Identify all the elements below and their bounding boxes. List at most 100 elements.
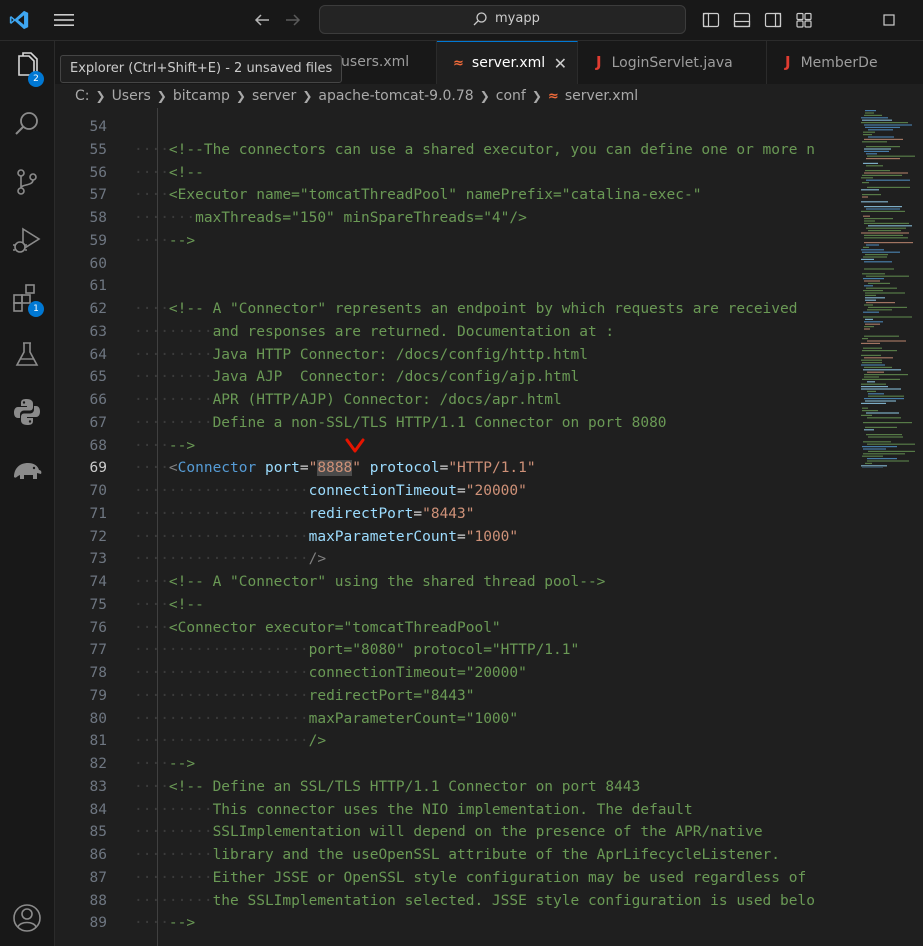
code-line[interactable]: 86 ·········library and the useOpenSSL at… <box>55 844 855 867</box>
breadcrumb-item[interactable]: conf <box>496 84 526 108</box>
minimap-line <box>862 338 868 340</box>
code-token: redirectPort <box>308 505 414 522</box>
minimap-line <box>867 381 875 383</box>
minimap-line <box>868 136 894 138</box>
code-token: --> <box>168 437 196 454</box>
minimap[interactable] <box>860 108 920 468</box>
tab-memberdao-java[interactable]: J MemberDe <box>767 41 923 84</box>
code-line[interactable]: 56 ····<!-- <box>55 162 855 185</box>
activity-explorer[interactable]: 2 <box>10 50 44 87</box>
code-line[interactable]: 63 ·········and responses are returned. D… <box>55 321 855 344</box>
minimap-line <box>862 174 902 176</box>
annotation-check-mark <box>345 438 365 453</box>
code-line[interactable]: 55 ····<!--The connectors can use a share… <box>55 139 855 162</box>
code-line[interactable]: 85 ·········SSLImplementation will depend… <box>55 821 855 844</box>
code-token: connectionTimeout="20000" <box>308 665 527 681</box>
code-line[interactable]: 75 ····<!-- <box>55 594 855 617</box>
code-line[interactable]: 60 <box>55 253 855 276</box>
activity-source-control[interactable] <box>10 165 44 199</box>
minimap-line <box>864 237 908 239</box>
line-number: 64 <box>89 346 107 363</box>
code-text: ····················redirectPort="8443" <box>134 503 475 526</box>
command-center-search[interactable]: myapp <box>319 5 686 34</box>
breadcrumb-item[interactable]: apache-tomcat-9.0.78 <box>318 84 473 108</box>
code-line[interactable]: 80 ····················maxParameterCount=… <box>55 708 855 731</box>
activity-testing[interactable] <box>10 338 44 372</box>
breadcrumb-item[interactable]: C: <box>75 84 90 108</box>
code-line[interactable]: 78 ····················connectionTimeout=… <box>55 662 855 685</box>
code-line[interactable]: 54 <box>55 116 855 139</box>
code-line[interactable]: 74 ····<!-- A "Connector" using the share… <box>55 571 855 594</box>
whitespace-marker: ···················· <box>134 687 309 704</box>
code-line[interactable]: 76 ····<Connector executor="tomcatThreadP… <box>55 617 855 640</box>
code-line[interactable]: 70 ····················connectionTimeout=… <box>55 480 855 503</box>
code-text: ·········Java HTTP Connector: /docs/conf… <box>134 344 588 367</box>
toggle-panel-icon[interactable] <box>733 11 751 29</box>
activity-run-debug[interactable] <box>10 223 44 257</box>
toggle-secondary-sidebar-icon[interactable] <box>764 11 782 29</box>
breadcrumb-item[interactable]: server.xml <box>565 84 638 108</box>
toggle-sidebar-icon[interactable] <box>702 11 720 29</box>
code-line[interactable]: 87 ·········Either JSSE or OpenSSL style … <box>55 867 855 890</box>
code-line[interactable]: 61 <box>55 275 855 298</box>
customize-layout-icon[interactable] <box>795 11 813 29</box>
code-line[interactable]: 73 ····················/> <box>55 548 855 571</box>
close-icon[interactable]: ✕ <box>554 42 567 85</box>
code-token: <!--The connectors can use a shared exec… <box>168 141 815 158</box>
minimap-line <box>863 316 912 318</box>
minimap-line <box>867 460 909 462</box>
minimap-line <box>862 446 897 448</box>
activity-extensions[interactable]: 1 <box>10 281 44 317</box>
back-arrow-icon[interactable] <box>253 11 271 29</box>
code-line[interactable]: 68 ····--> <box>55 435 855 458</box>
activity-python[interactable] <box>10 395 44 429</box>
code-line[interactable]: 79 ····················redirectPort="8443… <box>55 685 855 708</box>
code-token: Either JSSE or OpenSSL style configurati… <box>212 869 807 886</box>
code-line[interactable]: 71 ····················redirectPort="8443… <box>55 503 855 526</box>
code-line[interactable]: 65 ·········Java AJP Connector: /docs/con… <box>55 366 855 389</box>
code-line[interactable]: 57 ····<Executor name="tomcatThreadPool" … <box>55 184 855 207</box>
tab-loginservlet-java[interactable]: J LoginServlet.java <box>578 41 767 84</box>
code-line[interactable]: 84 ·········This connector uses the NIO i… <box>55 799 855 822</box>
minimap-line <box>861 342 880 344</box>
minimap-line <box>863 422 912 424</box>
whitespace-marker: ···· <box>134 232 169 249</box>
code-line[interactable]: 77 ····················port="8080" protoc… <box>55 639 855 662</box>
whitespace-marker: ···················· <box>134 483 309 499</box>
minimap-line <box>864 335 899 337</box>
breadcrumb-item[interactable]: bitcamp <box>173 84 230 108</box>
breadcrumb-item[interactable]: Users <box>112 84 151 108</box>
activity-search[interactable] <box>10 107 44 141</box>
code-line[interactable]: 66 ·········APR (HTTP/AJP) Connector: /do… <box>55 389 855 412</box>
code-line[interactable]: 67 ·········Define a non-SSL/TLS HTTP/1.1… <box>55 412 855 435</box>
code-line[interactable]: 89 ····--> <box>55 912 855 935</box>
breadcrumb-item[interactable]: server <box>252 84 296 108</box>
search-icon <box>15 112 38 135</box>
code-line[interactable]: 58 ·······maxThreads="150" minSpareThread… <box>55 207 855 230</box>
code-line[interactable]: 83 ····<!-- Define an SSL/TLS HTTP/1.1 Co… <box>55 776 855 799</box>
code-text: ·········APR (HTTP/AJP) Connector: /docs… <box>134 389 562 412</box>
code-line[interactable]: 72 ····················maxParameterCount=… <box>55 526 855 549</box>
whitespace-marker: ······· <box>134 210 196 226</box>
maximize-icon[interactable] <box>880 11 898 29</box>
code-line[interactable]: 69 ····<Connector port="8888" protocol="H… <box>55 457 855 480</box>
tab-server-xml[interactable]: ≈ server.xml ✕ <box>437 41 578 85</box>
code-token: connectionTimeout <box>308 483 458 499</box>
code-line[interactable]: 59 ····--> <box>55 230 855 253</box>
code-line[interactable]: 62 ····<!-- A "Connector" represents an e… <box>55 298 855 321</box>
code-token: "8443" <box>422 505 475 522</box>
code-line[interactable]: 81 ····················/> <box>55 730 855 753</box>
code-line[interactable]: 82 ····--> <box>55 753 855 776</box>
forward-arrow-icon[interactable] <box>284 11 302 29</box>
activity-database[interactable] <box>10 453 44 487</box>
code-line[interactable]: 64 ·········Java HTTP Connector: /docs/co… <box>55 344 855 367</box>
whitespace-marker: ···················· <box>134 551 309 568</box>
menu-icon[interactable] <box>52 10 76 30</box>
minimap-line <box>864 285 873 287</box>
code-text: ····················connectionTimeout="2… <box>134 662 527 685</box>
minimap-line <box>865 299 876 301</box>
code-line[interactable]: 88 ·········the SSLImplementation selecte… <box>55 890 855 913</box>
activity-account[interactable] <box>10 901 44 935</box>
code-editor[interactable]: 54 55 ····<!--The connectors can use a sha… <box>55 108 923 946</box>
